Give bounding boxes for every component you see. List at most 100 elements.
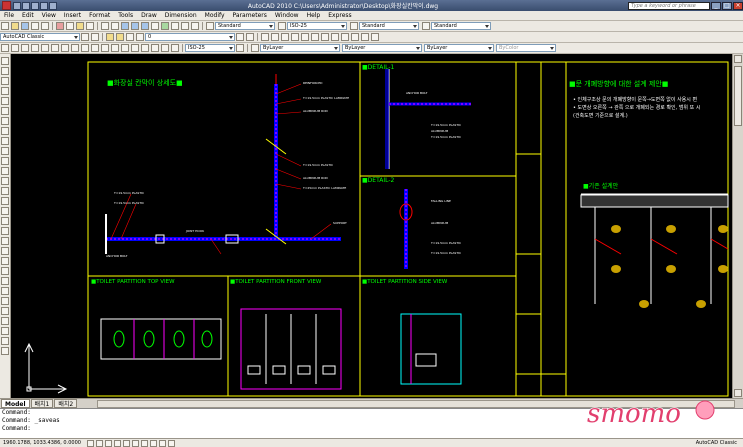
scale-tool-icon[interactable] [1,317,9,325]
undo-icon[interactable] [101,22,109,30]
grid-icon[interactable] [281,33,289,41]
layer-properties-icon[interactable] [106,33,114,41]
scale-icon[interactable] [121,44,129,52]
make-block-icon[interactable] [1,177,9,185]
tab-layout1[interactable]: 배치1 [30,399,54,408]
new-icon[interactable] [1,22,9,30]
hatch-icon[interactable] [51,44,59,52]
3d-orbit-icon[interactable] [261,33,269,41]
circle-icon[interactable] [21,44,29,52]
polygon-icon[interactable] [1,87,9,95]
workspace-select[interactable]: AutoCAD Classic [0,33,80,41]
osnap-mode-icon[interactable] [122,439,130,447]
linetype-select[interactable]: ByLayer [342,44,422,52]
region-icon[interactable] [1,217,9,225]
text-style-select[interactable]: Standard [215,22,275,30]
move-tool-icon[interactable] [1,297,9,305]
text-style-icon[interactable] [206,22,214,30]
polar-mode-icon[interactable] [113,439,121,447]
snap-mode-icon[interactable] [86,439,94,447]
rectangle-icon[interactable] [41,44,49,52]
sc-icon[interactable] [371,33,379,41]
properties-icon[interactable] [161,22,169,30]
menu-tools[interactable]: Tools [118,12,133,19]
make-current-icon[interactable] [236,33,244,41]
zoom-realtime-icon[interactable] [131,22,139,30]
insert-block-icon[interactable] [1,167,9,175]
layer-lock-icon[interactable] [136,33,144,41]
scroll-down-icon[interactable] [734,389,742,397]
layer-on-icon[interactable] [116,33,124,41]
mirror-tool-icon[interactable] [1,267,9,275]
copy-object-icon[interactable] [71,44,79,52]
menu-view[interactable]: View [42,12,56,19]
offset-tool-icon[interactable] [1,277,9,285]
rotate-tool-icon[interactable] [1,307,9,315]
ellipse-arc-icon[interactable] [1,157,9,165]
menu-parameters[interactable]: Parameters [233,12,267,19]
color-icon[interactable] [251,44,259,52]
paste-icon[interactable] [76,22,84,30]
minimize-button[interactable]: _ [711,1,721,10]
zoom-window-icon[interactable] [141,22,149,30]
offset-icon[interactable] [91,44,99,52]
tab-model[interactable]: Model [1,399,30,408]
pan-icon[interactable] [121,22,129,30]
explode-icon[interactable] [171,44,179,52]
menu-express[interactable]: Express [328,12,351,19]
line-icon[interactable] [1,44,9,52]
revision-cloud-icon[interactable] [1,127,9,135]
app-menu-icon[interactable] [2,1,11,10]
snap-icon[interactable] [271,33,279,41]
move-icon[interactable] [61,44,69,52]
menu-dimension[interactable]: Dimension [165,12,197,19]
menu-window[interactable]: Window [275,12,299,19]
rotate-icon[interactable] [111,44,119,52]
cut-icon[interactable] [56,22,64,30]
workspace-status[interactable]: AutoCAD Classic [696,440,737,446]
design-center-icon[interactable] [171,22,179,30]
scroll-up-icon[interactable] [734,55,742,63]
print-icon[interactable] [31,22,39,30]
copy-icon[interactable] [66,22,74,30]
extend-icon[interactable] [151,44,159,52]
preview-icon[interactable] [41,22,49,30]
polyline-icon[interactable] [11,44,19,52]
ducs-icon[interactable] [331,33,339,41]
open-icon[interactable] [22,1,30,10]
scroll-thumb[interactable] [734,66,742,126]
open-icon[interactable] [11,22,19,30]
circle-tool-icon[interactable] [1,117,9,125]
close-button[interactable]: × [733,1,743,10]
plotstyle-select[interactable]: ByColor [496,44,556,52]
arc-tool-icon[interactable] [1,107,9,115]
mleader-style-icon[interactable] [422,22,430,30]
array-icon[interactable] [101,44,109,52]
search-input[interactable]: Type a keyword or phrase [628,1,710,10]
dyn-mode-icon[interactable] [149,439,157,447]
stretch-icon[interactable] [131,44,139,52]
lineweight-select[interactable]: ByLayer [424,44,494,52]
stretch-tool-icon[interactable] [1,327,9,335]
vertical-scrollbar[interactable] [732,54,743,398]
point-icon[interactable] [1,187,9,195]
table-style-select[interactable]: Standard [359,22,419,30]
line-tool-icon[interactable] [1,57,9,65]
lwt-mode-icon[interactable] [158,439,166,447]
layer-previous-icon[interactable] [246,33,254,41]
array-tool-icon[interactable] [1,287,9,295]
drawing-canvas[interactable]: REINFORCED T=19.5mm PLASTIC LAMINATE ALUM… [11,54,732,398]
arc-icon[interactable] [31,44,39,52]
erase-icon[interactable] [1,247,9,255]
fillet-icon[interactable] [161,44,169,52]
qp-icon[interactable] [361,33,369,41]
match-properties-icon[interactable] [86,22,94,30]
mleader-style-select[interactable]: Standard [431,22,491,30]
save-icon[interactable] [21,22,29,30]
table-style-icon[interactable] [350,22,358,30]
redo-icon[interactable] [111,22,119,30]
ortho-icon[interactable] [291,33,299,41]
menu-file[interactable]: File [4,12,14,19]
grid-mode-icon[interactable] [95,439,103,447]
menu-modify[interactable]: Modify [205,12,225,19]
